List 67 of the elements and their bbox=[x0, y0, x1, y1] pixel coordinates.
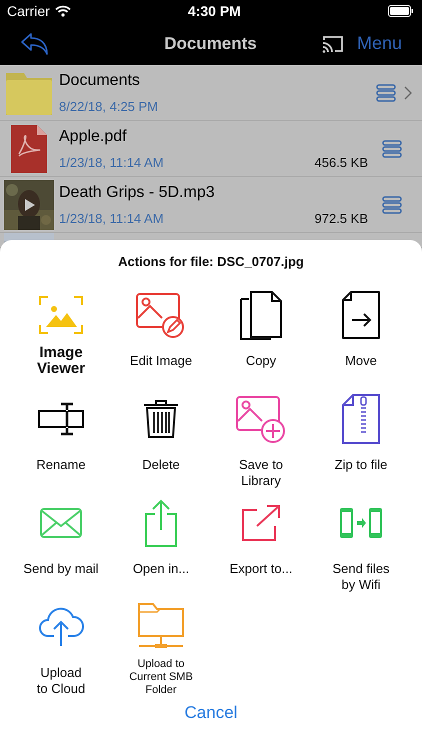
action-label: Save to Library bbox=[238, 457, 284, 489]
action-label: Send files by Wifi bbox=[332, 561, 390, 593]
image-add-icon bbox=[235, 395, 287, 443]
file-date: 1/23/18, 11:14 AM bbox=[59, 210, 164, 226]
network-folder-icon bbox=[137, 602, 185, 650]
action-item[interactable]: Send by mail bbox=[11, 493, 111, 597]
share-icon bbox=[144, 498, 178, 548]
action-item[interactable]: Send files by Wifi bbox=[311, 493, 411, 597]
action-item[interactable]: Export to... bbox=[211, 493, 311, 597]
chevron-icon bbox=[404, 86, 412, 100]
action-item[interactable]: Save to Library bbox=[211, 389, 311, 493]
file-date: 8/22/18, 4:25 PM bbox=[59, 98, 158, 114]
trash-icon bbox=[142, 399, 180, 439]
menu-button[interactable]: Menu bbox=[356, 33, 402, 54]
rename-icon bbox=[37, 402, 85, 436]
action-item[interactable]: Move bbox=[311, 285, 411, 389]
cancel-button[interactable]: Cancel bbox=[184, 703, 238, 723]
file-date: 1/23/18, 11:14 AM bbox=[59, 154, 164, 170]
status-time: 4:30 PM bbox=[188, 3, 242, 19]
image-frame-icon bbox=[38, 295, 84, 335]
pdf-file-icon bbox=[9, 124, 49, 174]
file-name: Death Grips - 5D.mp3 bbox=[59, 184, 216, 202]
action-item[interactable]: Open in... bbox=[111, 493, 211, 597]
action-label: Image Viewer bbox=[36, 345, 86, 377]
action-label: Move bbox=[345, 353, 377, 369]
action-item[interactable]: Image Viewer bbox=[11, 285, 111, 389]
action-item[interactable]: Edit Image bbox=[111, 285, 211, 389]
file-row[interactable]: Death Grips - 5D.mp3 1/23/18, 11:14 AM 972.5 KB bbox=[0, 177, 422, 233]
action-item[interactable]: Upload to Current SMB Folder bbox=[111, 597, 211, 697]
copy-icon bbox=[239, 290, 283, 340]
action-item[interactable]: Upload to Cloud bbox=[11, 597, 111, 697]
action-label: Zip to file bbox=[334, 457, 388, 473]
action-label: Upload to Current SMB Folder bbox=[129, 658, 193, 697]
action-label: Copy bbox=[246, 353, 276, 369]
mail-icon bbox=[40, 508, 82, 538]
phones-transfer-icon bbox=[338, 506, 384, 540]
sheet-title: Actions for file: DSC_0707.jpg bbox=[118, 254, 304, 269]
wifi-icon bbox=[54, 5, 71, 17]
image-edit-icon bbox=[135, 292, 187, 338]
action-item[interactable]: Delete bbox=[111, 389, 211, 493]
file-size: 456.5 KB bbox=[314, 154, 369, 170]
action-label: Send by mail bbox=[23, 561, 99, 577]
options-icon[interactable] bbox=[382, 140, 402, 158]
cast-icon[interactable] bbox=[320, 34, 345, 54]
file-name: Apple.pdf bbox=[59, 128, 128, 146]
options-icon[interactable] bbox=[376, 84, 396, 102]
options-icon[interactable] bbox=[382, 196, 402, 214]
action-item[interactable]: Zip to file bbox=[311, 389, 411, 493]
zip-file-icon bbox=[341, 393, 381, 445]
action-label: Delete bbox=[142, 457, 180, 473]
action-label: Open in... bbox=[132, 561, 190, 577]
battery-icon bbox=[388, 5, 414, 17]
carrier-label: Carrier bbox=[7, 3, 50, 19]
action-item[interactable]: Copy bbox=[211, 285, 311, 389]
file-name: Documents bbox=[59, 72, 141, 90]
action-label: Edit Image bbox=[130, 353, 192, 369]
file-row[interactable]: Apple.pdf 1/23/18, 11:14 AM 456.5 KB bbox=[0, 121, 422, 177]
external-link-icon bbox=[241, 504, 281, 542]
back-icon[interactable] bbox=[20, 32, 50, 56]
action-label: Export to... bbox=[230, 561, 292, 577]
action-label: Upload to Cloud bbox=[36, 665, 86, 697]
nav-title: Documents bbox=[163, 34, 258, 54]
action-label: Rename bbox=[36, 457, 86, 473]
action-item[interactable]: Rename bbox=[11, 389, 111, 493]
cloud-upload-icon bbox=[38, 606, 84, 648]
file-size: 972.5 KB bbox=[314, 210, 369, 226]
file-row[interactable]: Documents 8/22/18, 4:25 PM bbox=[0, 65, 422, 121]
